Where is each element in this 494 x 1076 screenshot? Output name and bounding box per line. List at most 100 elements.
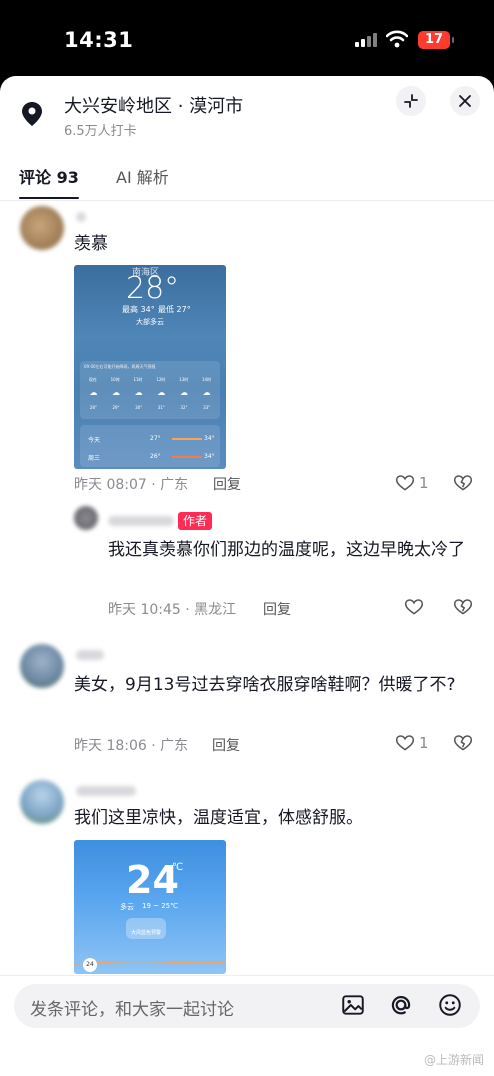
- checkin-count: 6.5万人打卡: [64, 124, 137, 139]
- img-hour: 10时: [110, 377, 120, 382]
- comment-meta: 昨天 08:07 · 广东: [74, 477, 189, 493]
- img-note: 09:00左右可能开始降雨，两周天气预报: [84, 364, 156, 369]
- author-name[interactable]: [108, 516, 174, 526]
- status-bar: 14:31 17: [0, 0, 494, 78]
- weather-screenshot-image[interactable]: 24 ℃ 多云 19 ~ 25℃ 大风蓝色预警 24: [74, 840, 226, 974]
- comment-sheet: 大兴安岭地区 · 漠河市 6.5万人打卡 评论 93 AI 解析 羡慕 南海区 …: [0, 76, 494, 1076]
- like-button[interactable]: 1: [395, 733, 429, 753]
- watermark: @上游新闻: [424, 1053, 485, 1067]
- comment-meta: 昨天 10:45 · 黑龙江: [108, 602, 237, 618]
- heart-icon: [395, 735, 415, 751]
- img-hour: 12时: [156, 377, 166, 382]
- comment-text: 我们这里凉快，温度适宜，体感舒服。: [74, 808, 363, 828]
- avatar[interactable]: [20, 780, 64, 824]
- img-temp: 24: [126, 858, 179, 902]
- close-button[interactable]: [450, 86, 480, 116]
- img-day-range: [172, 438, 202, 440]
- weather-screenshot-image[interactable]: 南海区 28° 最高 34° 最低 27° 大部多云 09:00左右可能开始降雨…: [74, 265, 226, 469]
- img-temp: 28°: [126, 271, 180, 306]
- collapse-button[interactable]: [396, 86, 426, 116]
- img-range: 19 ~ 25℃: [142, 902, 178, 910]
- cloud-icon: ☁: [202, 388, 211, 397]
- img-htemp: 30°: [135, 405, 143, 410]
- comment-input-placeholder: 发条评论，和大家一起讨论: [30, 1000, 234, 1020]
- cloud-icon: ☁: [157, 388, 166, 397]
- avatar[interactable]: [74, 506, 98, 530]
- tab-bar: 评论 93 AI 解析: [0, 164, 494, 200]
- like-count: 1: [419, 474, 429, 492]
- img-day-hi: 34°: [204, 453, 215, 460]
- reply-button[interactable]: 回复: [263, 599, 291, 619]
- comment-input[interactable]: 发条评论，和大家一起讨论: [14, 984, 480, 1028]
- img-hour: 现在: [88, 377, 97, 382]
- img-day-lo: 26°: [150, 453, 161, 460]
- img-hours: 现在 10时 11时 12时 13时 14时: [82, 377, 218, 383]
- heart-icon[interactable]: [404, 597, 424, 617]
- status-time: 14:31: [64, 28, 134, 52]
- collapse-icon: [404, 94, 418, 108]
- cloud-icon: ☁: [111, 388, 120, 397]
- mention-icon[interactable]: [388, 992, 414, 1018]
- like-button[interactable]: 1: [395, 473, 429, 493]
- tab-comments[interactable]: 评论 93: [19, 164, 79, 188]
- img-htemp: 29°: [112, 405, 120, 410]
- img-day-range: [172, 456, 202, 458]
- battery-icon: 17: [418, 31, 454, 49]
- tab-ai-analysis[interactable]: AI 解析: [116, 164, 169, 188]
- avatar[interactable]: [20, 206, 64, 250]
- img-lo: 最低 27°: [158, 305, 191, 314]
- img-hour: 11时: [133, 377, 143, 382]
- img-day: 今天: [88, 437, 101, 444]
- comment-input-bar: 发条评论，和大家一起讨论 @上游新闻: [0, 975, 494, 1076]
- reply-button[interactable]: 回复: [213, 474, 241, 494]
- location-title[interactable]: 大兴安岭地区 · 漠河市: [64, 92, 243, 118]
- img-temp-badge: 24: [83, 958, 97, 972]
- img-cond: 多云: [120, 903, 134, 911]
- img-hour: 13时: [179, 377, 189, 382]
- commenter-name[interactable]: [76, 212, 86, 222]
- broken-heart-icon[interactable]: [453, 733, 473, 753]
- img-day-hi: 34°: [204, 435, 215, 442]
- reply-button[interactable]: 回复: [212, 735, 240, 755]
- tabs-divider: [0, 200, 494, 201]
- img-alert-text: 大风蓝色预警: [131, 930, 162, 936]
- img-day-lo: 27°: [150, 435, 161, 442]
- location-pin-icon: [22, 102, 42, 126]
- close-icon: [459, 95, 471, 107]
- img-cloud-icons: ☁ ☁ ☁ ☁ ☁ ☁: [82, 388, 218, 397]
- img-daily-card: 今天 27° 34° 周三 26° 34°: [80, 425, 220, 467]
- img-hourly-card: 09:00左右可能开始降雨，两周天气预报 现在 10时 11时 12时 13时 …: [80, 361, 220, 419]
- avatar[interactable]: [20, 644, 64, 688]
- comment-text: 美女，9月13号过去穿啥衣服穿啥鞋啊？供暖了不?: [74, 675, 456, 695]
- like-count: 1: [419, 734, 429, 752]
- broken-heart-icon[interactable]: [453, 597, 473, 617]
- commenter-name[interactable]: [76, 650, 104, 660]
- img-htemp: 28°: [89, 405, 97, 410]
- img-day: 周三: [88, 455, 101, 462]
- cellular-signal-icon: [355, 33, 377, 47]
- broken-heart-icon[interactable]: [453, 473, 473, 493]
- wifi-icon: [386, 30, 408, 48]
- heart-icon: [395, 475, 415, 491]
- cloud-icon: ☁: [179, 388, 188, 397]
- cloud-icon: ☁: [134, 388, 143, 397]
- img-alert-tag: 大风蓝色预警: [126, 918, 167, 939]
- img-temp-curve: [74, 961, 226, 965]
- comment-text: 羡慕: [74, 234, 108, 254]
- author-badge: 作者: [178, 512, 213, 530]
- comment-meta: 昨天 18:06 · 广东: [74, 738, 189, 754]
- location-header: 大兴安岭地区 · 漠河市 6.5万人打卡: [0, 76, 494, 146]
- cloud-icon: ☁: [89, 388, 98, 397]
- img-hi: 最高 34°: [122, 305, 155, 314]
- commenter-name[interactable]: [76, 786, 136, 796]
- img-htemp: 31°: [157, 405, 165, 410]
- img-hour-temps: 28° 29° 30° 31° 32° 33°: [82, 405, 218, 410]
- img-htemp: 32°: [180, 405, 188, 410]
- emoji-icon[interactable]: [437, 992, 463, 1018]
- img-unit: ℃: [172, 862, 184, 873]
- comment-text: 我还真羡慕你们那边的温度呢，这边早晚太冷了: [108, 540, 465, 560]
- image-icon[interactable]: [340, 992, 366, 1018]
- img-cond: 大部多云: [136, 318, 164, 326]
- img-htemp: 33°: [203, 405, 211, 410]
- tab-indicator: [19, 197, 79, 199]
